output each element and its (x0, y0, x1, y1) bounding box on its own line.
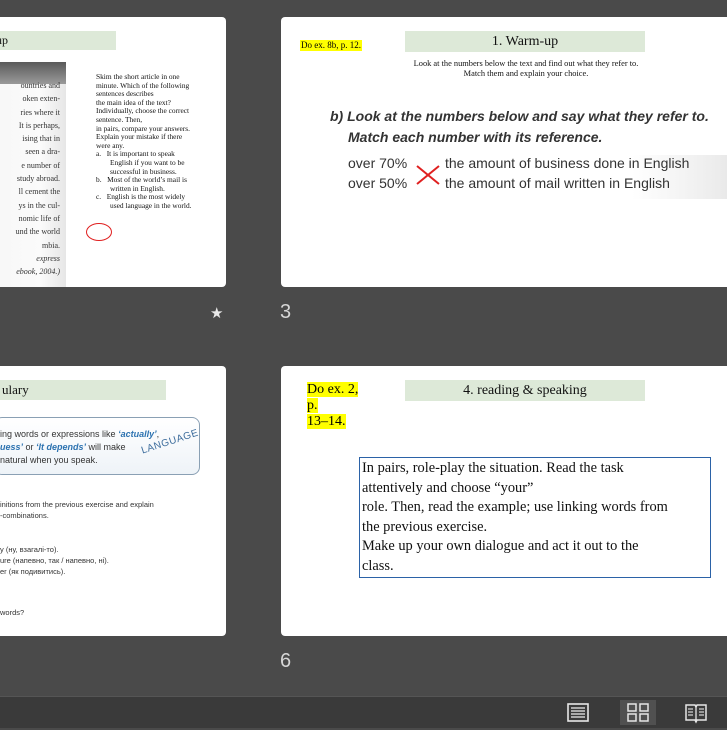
instruction-text: Look at the numbers below the text and f… (381, 59, 671, 78)
slide-sorter-button[interactable] (620, 700, 656, 725)
exercise-line: words? (0, 608, 25, 617)
normal-view-button[interactable] (560, 700, 596, 725)
task-line: the previous exercise. (362, 518, 488, 535)
number-label: over 50% (348, 175, 408, 191)
slide-thumbnail-6[interactable]: Do ex. 2, p. 13–14. 4. reading & speakin… (281, 366, 727, 636)
book-source: ebook, 2004.) (16, 267, 60, 277)
status-bar (0, 696, 727, 728)
slide-title: ulary (0, 380, 166, 400)
slide-sorter-icon (627, 703, 649, 722)
tip-line: natural when you speak. (0, 455, 98, 465)
book-line: study abroad. (16, 174, 60, 184)
option-line: used language in the world. (110, 200, 192, 210)
instruction-line: Match them and explain your choice. (463, 68, 589, 78)
book-line: und the world (15, 227, 60, 237)
reading-view-icon (685, 704, 707, 724)
exercise-line: -combinations. (0, 511, 49, 520)
book-line: nomic life of (18, 213, 60, 223)
slide-thumbnail-2[interactable]: n-up ountries and oken exten- ries where… (0, 17, 226, 287)
task-textbox[interactable]: In pairs, role-play the situation. Read … (359, 457, 711, 578)
book-line: ountries and (20, 81, 60, 90)
task-line: attentively and choose “your” (362, 479, 534, 496)
exercise-line: ure (напевно, так / напевно, ні). (0, 556, 109, 565)
normal-view-icon (567, 703, 589, 722)
book-line: ising that in (22, 134, 60, 144)
exercise-line: er (як подивитись). (0, 567, 66, 576)
task-line: class. (362, 557, 394, 574)
book-line: seen a dra- (25, 147, 60, 157)
exercise-text: y (ну, взагалі-то). ure (напевно, так / … (0, 544, 200, 577)
exercise-text: initions from the previous exercise and … (0, 499, 200, 521)
reading-view-button[interactable] (678, 700, 714, 725)
reference-label: the amount of mail written in English (445, 175, 670, 191)
task-text: Skim the short article in one minute. Wh… (96, 72, 221, 211)
homework-line: Do ex. 2, p. (307, 382, 359, 413)
textbook-text: ountries and oken exten- ries where it I… (0, 79, 60, 278)
task-line: role. Then, read the example; use linkin… (362, 499, 668, 515)
number-label: over 70% (348, 155, 408, 171)
slide-title: 4. reading & speaking (405, 380, 645, 401)
slide-number: 3 (280, 301, 292, 323)
task-line: In pairs, role-play the situation. Read … (362, 460, 624, 476)
slide-title: n-up (0, 31, 116, 50)
slide-title: 1. Warm-up (405, 31, 645, 52)
book-line: oken exten- (22, 94, 60, 104)
homework-note: Do ex. 2, p. 13–14. (305, 382, 373, 430)
question-line: Match each number with its reference. (348, 129, 603, 145)
star-icon[interactable]: ★ (210, 304, 223, 322)
question-line: b) Look at the numbers below and say wha… (330, 108, 709, 124)
slide-number: 6 (280, 650, 292, 672)
reference-label: the amount of business done in English (445, 155, 690, 171)
book-line: ries where it (20, 107, 60, 117)
book-line: mbia. (42, 240, 60, 250)
tip-line: ing words or expressions like ‘actually’… (0, 429, 160, 439)
task-line: Make up your own dialogue and act it out… (362, 538, 639, 554)
cross-lines-icon (416, 165, 440, 185)
exercise-line: initions from the previous exercise and … (0, 500, 154, 509)
book-line: ys in the cul- (18, 200, 60, 210)
book-line: e number of (21, 160, 60, 170)
answer-circle (86, 223, 112, 241)
slide-sorter-pane: n-up ountries and oken exten- ries where… (0, 0, 727, 696)
instruction-line: Look at the numbers below the text and f… (413, 59, 639, 68)
book-line: It is perhaps, (18, 120, 60, 130)
slide-thumbnail-3[interactable]: Do ex. 8b, p. 12. 1. Warm-up Look at the… (281, 17, 727, 287)
exercise-line: y (ну, взагалі-то). (0, 545, 59, 554)
homework-line: 13–14. (307, 414, 346, 429)
homework-note: Do ex. 8b, p. 12. (300, 40, 362, 51)
book-line: ll cement the (18, 187, 60, 197)
slide-thumbnail-5[interactable]: ulary ing words or expressions like ‘act… (0, 366, 226, 636)
book-source: express (36, 253, 60, 263)
